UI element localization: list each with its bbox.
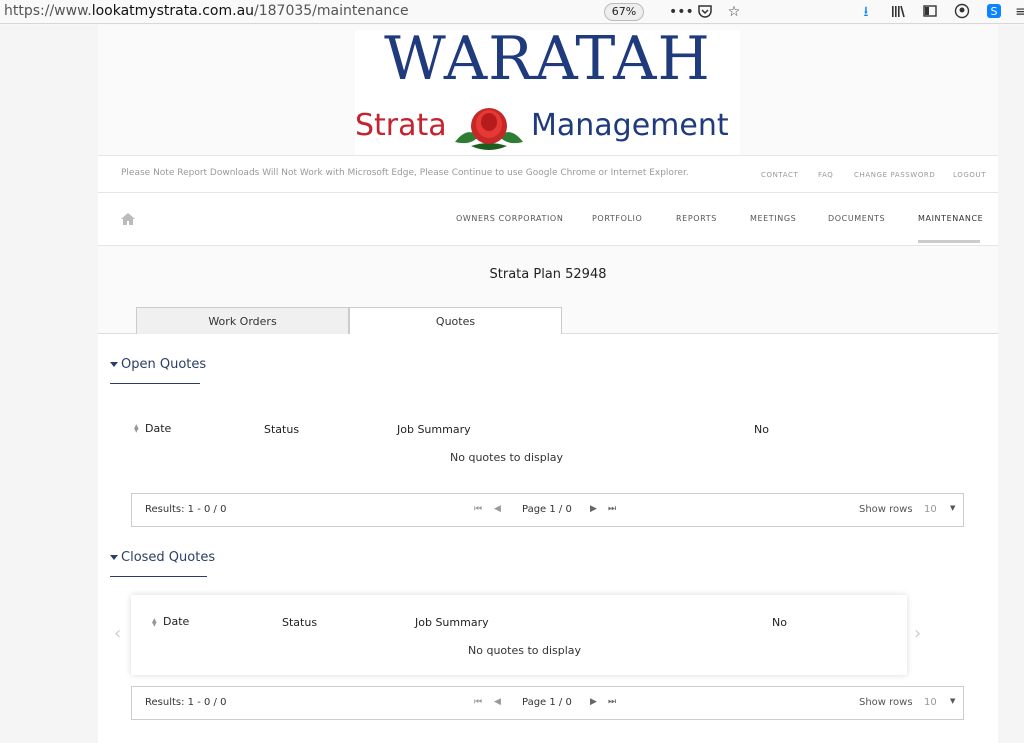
faq-link[interactable]: FAQ: [818, 171, 833, 179]
first-page-icon[interactable]: ⏮: [474, 697, 482, 707]
open-col-date[interactable]: Date: [145, 422, 171, 435]
logo-title: WARATAH: [384, 24, 711, 94]
waratah-flower-icon: [455, 108, 523, 150]
download-icon[interactable]: ⭳: [857, 3, 875, 21]
last-page-icon[interactable]: ⏭: [608, 697, 616, 707]
closed-col-no[interactable]: No: [772, 616, 787, 629]
logo-strata: Strata: [355, 108, 447, 143]
next-page-icon[interactable]: ▶: [590, 504, 597, 514]
open-quotes-heading: Open Quotes: [121, 357, 207, 372]
nav-maintenance[interactable]: MAINTENANCE: [918, 214, 983, 223]
caret-down-icon: [110, 362, 118, 367]
logo-management: Management: [531, 108, 729, 143]
open-col-status[interactable]: Status: [264, 423, 299, 436]
logout-link[interactable]: LOGOUT: [953, 171, 986, 179]
sidebar-icon[interactable]: [921, 3, 939, 21]
closed-quotes-pager: Results: 1 - 0 / 0 ⏮ ◀ Page 1 / 0 ▶ ⏭ Sh…: [131, 686, 964, 720]
select-caret-icon[interactable]: ▼: [950, 697, 955, 705]
results-count: Results: 1 - 0 / 0: [145, 504, 227, 515]
page-indicator: Page 1 / 0: [522, 504, 572, 515]
page-title: Strata Plan 52948: [489, 267, 607, 282]
notice-bar: Please Note Report Downloads Will Not Wo…: [98, 155, 998, 193]
tab-work-orders[interactable]: Work Orders: [136, 307, 349, 334]
last-page-icon[interactable]: ⏭: [608, 504, 616, 514]
open-quotes-empty: No quotes to display: [450, 451, 564, 464]
prev-page-icon[interactable]: ◀: [494, 504, 501, 514]
open-quotes-underline: [110, 383, 200, 384]
closed-col-status[interactable]: Status: [282, 616, 317, 629]
closed-col-job-summary[interactable]: Job Summary: [415, 616, 489, 629]
quotes-panel: [98, 334, 998, 743]
url-domain: lookatmystrata.com.au: [91, 3, 255, 19]
url-path: /187035/maintenance: [254, 3, 409, 19]
rows-select[interactable]: 10: [924, 697, 937, 708]
waratah-logo[interactable]: WARATAH Strata Management: [355, 24, 740, 155]
browser-toolbar: https://www.lookatmystrata.com.au/187035…: [0, 0, 1024, 24]
results-count: Results: 1 - 0 / 0: [145, 697, 227, 708]
show-rows-label: Show rows: [859, 697, 913, 708]
nav-reports[interactable]: REPORTS: [676, 214, 717, 223]
sort-icon[interactable]: ▲ ▼: [134, 424, 139, 434]
scroll-right-icon[interactable]: ›: [914, 623, 921, 644]
account-icon[interactable]: [953, 3, 971, 21]
scroll-left-icon[interactable]: ‹: [114, 623, 121, 644]
nav-portfolio[interactable]: PORTFOLIO: [592, 214, 642, 223]
caret-down-icon: [110, 555, 118, 560]
svg-text:S: S: [991, 5, 998, 18]
next-page-icon[interactable]: ▶: [590, 697, 597, 707]
closed-col-date[interactable]: Date: [163, 615, 189, 628]
closed-quotes-toggle[interactable]: Closed Quotes: [110, 550, 215, 565]
open-quotes-toggle[interactable]: Open Quotes: [110, 357, 206, 372]
closed-quotes-heading: Closed Quotes: [121, 550, 216, 565]
nav-owners-corporation[interactable]: OWNERS CORPORATION: [456, 214, 563, 223]
pocket-icon[interactable]: [696, 3, 714, 21]
main-nav: OWNERS CORPORATION PORTFOLIO REPORTS MEE…: [98, 193, 998, 246]
browser-notice: Please Note Report Downloads Will Not Wo…: [121, 168, 689, 178]
open-quotes-pager: Results: 1 - 0 / 0 ⏮ ◀ Page 1 / 0 ▶ ⏭ Sh…: [131, 493, 964, 527]
url-prefix: https://www.: [4, 3, 92, 19]
contact-link[interactable]: CONTACT: [761, 171, 798, 179]
open-col-no[interactable]: No: [754, 423, 769, 436]
first-page-icon[interactable]: ⏮: [474, 504, 482, 514]
closed-quotes-table: ▲ ▼ Date Status Job Summary No No quotes …: [131, 595, 907, 675]
rows-select[interactable]: 10: [924, 504, 937, 515]
menu-icon[interactable]: ≡: [1012, 3, 1024, 21]
nav-active-indicator: [918, 240, 980, 243]
zoom-indicator[interactable]: 67%: [604, 3, 644, 21]
url-bar[interactable]: https://www.lookatmystrata.com.au/187035…: [4, 3, 409, 19]
show-rows-label: Show rows: [859, 504, 913, 515]
skype-icon[interactable]: S: [985, 3, 1003, 21]
select-caret-icon[interactable]: ▼: [950, 504, 955, 512]
page-indicator: Page 1 / 0: [522, 697, 572, 708]
closed-quotes-empty: No quotes to display: [468, 644, 582, 657]
prev-page-icon[interactable]: ◀: [494, 697, 501, 707]
home-icon[interactable]: [120, 211, 136, 227]
bookmark-star-icon[interactable]: ☆: [725, 3, 743, 21]
closed-quotes-underline: [110, 576, 207, 577]
open-col-job-summary[interactable]: Job Summary: [397, 423, 471, 436]
change-password-link[interactable]: CHANGE PASSWORD: [854, 171, 935, 179]
nav-meetings[interactable]: MEETINGS: [750, 214, 796, 223]
sort-icon[interactable]: ▲ ▼: [152, 618, 157, 628]
more-icon[interactable]: •••: [669, 3, 694, 21]
tab-quotes[interactable]: Quotes: [349, 307, 562, 335]
nav-documents[interactable]: DOCUMENTS: [828, 214, 885, 223]
library-icon[interactable]: [889, 3, 907, 21]
